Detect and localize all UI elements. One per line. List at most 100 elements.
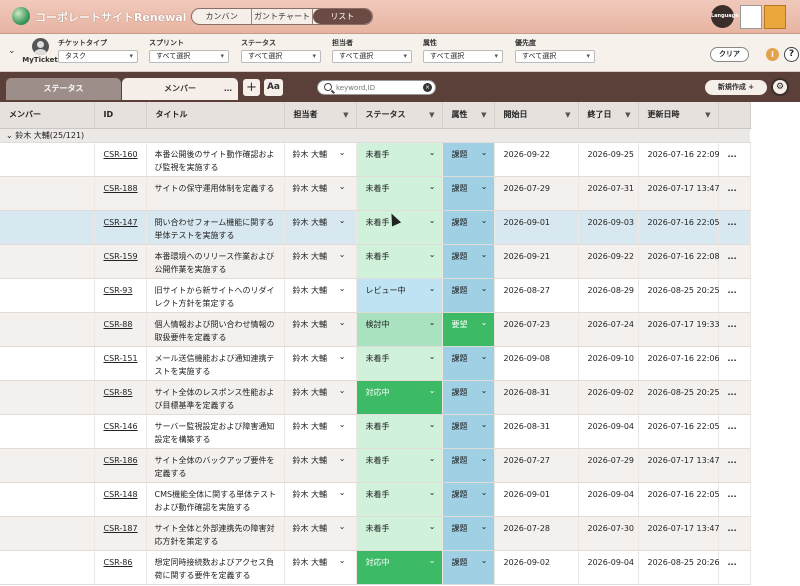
help-icon[interactable]: ?: [784, 47, 799, 62]
sprint-select[interactable]: すべて選択: [149, 50, 229, 63]
sort-icon[interactable]: ▼: [565, 111, 570, 119]
attribute-select[interactable]: すべて選択: [423, 50, 503, 63]
new-ticket-button[interactable]: 新規作成 +: [705, 80, 767, 95]
status-select[interactable]: レビュー中: [356, 278, 443, 313]
table-row[interactable]: CSR-160 本番公開後のサイト動作確認および監視を実施する鈴木 大輔未着手課題…: [0, 142, 751, 177]
table-row[interactable]: CSR-186サイト全体のバックアップ要件を定義する鈴木 大輔未着手課題2026…: [0, 448, 751, 483]
archive-icon[interactable]: [740, 5, 762, 29]
ticket-id-text[interactable]: CSR-85: [104, 388, 133, 397]
ticket-id-text[interactable]: CSR-160: [104, 150, 138, 159]
status-select[interactable]: 未着手: [356, 244, 443, 279]
clear-button[interactable]: クリア: [710, 47, 749, 62]
ticket-id-text[interactable]: CSR-159: [104, 252, 138, 261]
sort-icon[interactable]: ▼: [429, 111, 434, 119]
priority-select[interactable]: すべて選択: [515, 50, 595, 63]
ticket-id-text[interactable]: CSR-151: [104, 354, 138, 363]
attribute-select[interactable]: 課題: [442, 482, 495, 517]
assignee-select[interactable]: 鈴木 大輔: [284, 176, 357, 211]
ticket-id-link[interactable]: CSR-186: [94, 448, 147, 483]
attribute-select[interactable]: 課題: [442, 550, 495, 585]
sort-icon[interactable]: ▼: [343, 111, 348, 119]
sort-icon[interactable]: ▼: [705, 111, 710, 119]
ticket-id-text[interactable]: CSR-86: [104, 558, 133, 567]
table-row[interactable]: CSR-85 サイト全体のレスポンス性能および目標基準を定義する鈴木 大輔対応中課…: [0, 380, 751, 415]
table-row[interactable]: CSR-86 想定同時接続数およびアクセス負荷に関する要件を定義する鈴木 大輔対応…: [0, 550, 751, 585]
table-row[interactable]: CSR-147 問い合わせフォーム機能に関する単体テストを実施する鈴木 大輔未着手…: [0, 210, 751, 245]
ticket-id-link[interactable]: CSR-188: [94, 176, 147, 211]
tab-member[interactable]: メンバー …: [122, 78, 238, 100]
row-menu-button[interactable]: ...: [718, 278, 751, 313]
assignee-select[interactable]: 鈴木 大輔: [284, 278, 357, 313]
sort-icon[interactable]: ▼: [625, 111, 630, 119]
table-row[interactable]: CSR-159 本番環境へのリリース作業および公開作業を実施する鈴木 大輔未着手課…: [0, 244, 751, 279]
row-menu-button[interactable]: ...: [718, 142, 751, 177]
column-header-id[interactable]: ID: [94, 102, 147, 129]
ticket-id-text[interactable]: CSR-88: [104, 320, 133, 329]
status-select[interactable]: すべて選択: [241, 50, 321, 63]
assignee-select[interactable]: 鈴木 大輔: [284, 244, 357, 279]
more-icon[interactable]: …: [224, 78, 232, 100]
row-menu-button[interactable]: ...: [718, 482, 751, 517]
status-select[interactable]: 未着手: [356, 210, 443, 245]
ticket-id-text[interactable]: CSR-186: [104, 456, 138, 465]
column-header-start[interactable]: 開始日 ▼: [494, 102, 579, 129]
table-row[interactable]: CSR-188サイトの保守運用体制を定義する鈴木 大輔未着手課題2026-07-…: [0, 176, 751, 211]
ticket-id-link[interactable]: CSR-147: [94, 210, 147, 245]
attribute-select[interactable]: 課題: [442, 516, 495, 551]
column-header-end[interactable]: 終了日 ▼: [578, 102, 639, 129]
ticket-id-link[interactable]: CSR-88: [94, 312, 147, 347]
table-row[interactable]: CSR-88 個人情報および問い合わせ情報の取扱要件を定義する鈴木 大輔検討中要望…: [0, 312, 751, 347]
clear-search-icon[interactable]: ×: [423, 83, 432, 92]
attribute-select[interactable]: 課題: [442, 278, 495, 313]
column-header-title[interactable]: タイトル: [146, 102, 285, 129]
ticket-id-text[interactable]: CSR-148: [104, 490, 138, 499]
ticket-id-text[interactable]: CSR-187: [104, 524, 138, 533]
ticket-type-select[interactable]: タスク: [58, 50, 138, 63]
attribute-select[interactable]: 課題: [442, 380, 495, 415]
assignee-select[interactable]: 鈴木 大輔: [284, 312, 357, 347]
attribute-select[interactable]: 課題: [442, 210, 495, 245]
my-ticket-button[interactable]: MyTicket: [22, 38, 58, 64]
assignee-select[interactable]: 鈴木 大輔: [284, 550, 357, 585]
search-input[interactable]: [336, 82, 420, 93]
row-menu-button[interactable]: ...: [718, 210, 751, 245]
tab-status[interactable]: ステータス: [6, 78, 121, 100]
attribute-select[interactable]: 要望: [442, 312, 495, 347]
row-menu-button[interactable]: ...: [718, 550, 751, 585]
row-menu-button[interactable]: ...: [718, 244, 751, 279]
status-select[interactable]: 未着手: [356, 414, 443, 449]
status-select[interactable]: 未着手: [356, 176, 443, 211]
table-row[interactable]: CSR-187 サイト全体と外部連携先の障害対応方針を策定する鈴木 大輔未着手課題…: [0, 516, 751, 551]
attribute-select[interactable]: 課題: [442, 176, 495, 211]
status-select[interactable]: 未着手: [356, 448, 443, 483]
ticket-id-link[interactable]: CSR-85: [94, 380, 147, 415]
info-icon[interactable]: i: [766, 48, 779, 61]
assignee-select[interactable]: 鈴木 大輔: [284, 380, 357, 415]
assignee-select[interactable]: 鈴木 大輔: [284, 346, 357, 381]
attribute-select[interactable]: 課題: [442, 448, 495, 483]
ticket-id-link[interactable]: CSR-148: [94, 482, 147, 517]
ticket-id-text[interactable]: CSR-147: [104, 218, 138, 227]
status-select[interactable]: 対応中: [356, 380, 443, 415]
attribute-select[interactable]: 課題: [442, 414, 495, 449]
assignee-select[interactable]: 鈴木 大輔: [284, 448, 357, 483]
column-header-updated[interactable]: 更新日時 ▼: [638, 102, 719, 129]
assignee-select[interactable]: 鈴木 大輔: [284, 482, 357, 517]
status-select[interactable]: 未着手: [356, 482, 443, 517]
table-row[interactable]: CSR-146サーバー監視設定および障害通知設定を構築する鈴木 大輔未着手課題2…: [0, 414, 751, 449]
settings-icon[interactable]: ⚙: [771, 78, 789, 96]
trash-box-icon[interactable]: [764, 5, 786, 29]
row-menu-button[interactable]: ...: [718, 516, 751, 551]
ticket-id-link[interactable]: CSR-160: [94, 142, 147, 177]
row-menu-button[interactable]: ...: [718, 414, 751, 449]
attribute-select[interactable]: 課題: [442, 346, 495, 381]
status-select[interactable]: 対応中: [356, 550, 443, 585]
assignee-select[interactable]: 鈴木 大輔: [284, 414, 357, 449]
view-kanban-button[interactable]: カンバン: [192, 9, 253, 24]
column-header-assignee[interactable]: 担当者 ▼: [284, 102, 357, 129]
group-row[interactable]: ⌄ 鈴木 大輔(25/121): [0, 128, 750, 143]
status-select[interactable]: 未着手: [356, 346, 443, 381]
row-menu-button[interactable]: ...: [718, 346, 751, 381]
chevron-down-icon[interactable]: ⌄: [8, 46, 16, 56]
language-icon[interactable]: Language: [711, 5, 739, 28]
